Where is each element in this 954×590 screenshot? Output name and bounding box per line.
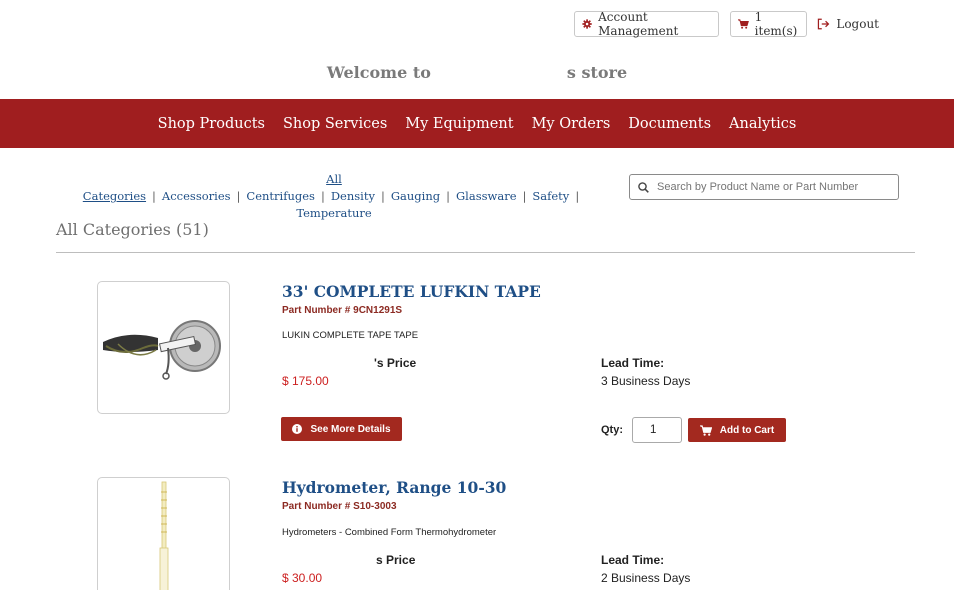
info-icon: [292, 424, 303, 434]
product-title[interactable]: 33' COMPLETE LUFKIN TAPE: [282, 282, 541, 301]
category-centrifuges[interactable]: Centrifuges: [246, 189, 315, 203]
nav-shop-products[interactable]: Shop Products: [149, 116, 274, 132]
account-management-label: Account Management: [598, 10, 679, 38]
product-part-number: Part Number # S10-3003: [282, 501, 397, 512]
product-description: Hydrometers - Combined Form Thermohydrom…: [282, 527, 497, 538]
hydrometer-image: [159, 481, 169, 590]
lead-time-label: Lead Time:: [601, 356, 665, 370]
tape-measure-image: [103, 320, 221, 380]
category-accessories[interactable]: Accessories: [162, 189, 231, 203]
main-nav: Shop Products Shop Services My Equipment…: [0, 99, 954, 148]
gear-icon: [582, 19, 592, 29]
product-description: LUKIN COMPLETE TAPE TAPE: [282, 330, 419, 341]
nav-analytics[interactable]: Analytics: [720, 116, 805, 132]
cart-icon: [738, 19, 749, 29]
welcome-text-right: s store: [566, 63, 628, 82]
logout-button[interactable]: Logout: [817, 11, 879, 37]
logout-label: Logout: [836, 17, 879, 31]
nav-shop-services[interactable]: Shop Services: [274, 116, 396, 132]
product-price: $ 30.00: [282, 571, 323, 585]
category-gauging[interactable]: Gauging: [391, 189, 440, 203]
search-icon: [638, 181, 649, 193]
category-filter: All Categories | Accessories | Centrifuges | D…: [82, 172, 580, 220]
search-input[interactable]: [657, 181, 887, 193]
account-management-button[interactable]: Account Management: [574, 10, 719, 38]
category-glassware[interactable]: Glassware: [456, 189, 517, 203]
category-temperature[interactable]: Temperature: [296, 206, 371, 220]
see-more-details-label: See More Details: [310, 423, 391, 435]
add-to-cart-label: Add to Cart: [719, 424, 775, 436]
product-price: $ 175.00: [282, 374, 329, 388]
product-part-number: Part Number # 9CN1291S: [282, 305, 403, 316]
quantity-value: 1: [650, 424, 657, 436]
price-label: s Price: [376, 553, 416, 567]
welcome-text-left: Welcome to: [326, 63, 431, 82]
product-title[interactable]: Hydrometer, Range 10-30: [282, 478, 506, 497]
price-label: 's Price: [374, 356, 417, 370]
lead-time-value: 2 Business Days: [601, 571, 691, 585]
cart-button[interactable]: 1 item(s): [730, 10, 807, 38]
logout-icon: [817, 18, 830, 30]
see-more-details-button[interactable]: See More Details: [281, 417, 402, 441]
category-safety[interactable]: Safety: [532, 189, 569, 203]
add-to-cart-button[interactable]: Add to Cart: [688, 418, 786, 442]
lead-time-label: Lead Time:: [601, 553, 665, 567]
nav-my-equipment[interactable]: My Equipment: [396, 116, 522, 132]
cart-count-label: 1 item(s): [754, 10, 798, 38]
product-image[interactable]: [97, 281, 230, 414]
welcome-banner: Welcome to s store: [0, 63, 954, 82]
section-title: All Categories (51): [56, 220, 209, 239]
search-box: [629, 174, 899, 200]
quantity-input[interactable]: 1: [632, 417, 682, 443]
category-density[interactable]: Density: [331, 189, 375, 203]
lead-time-value: 3 Business Days: [601, 374, 691, 388]
quantity-label: Qty:: [601, 424, 623, 436]
cart-icon: [699, 424, 712, 436]
divider: [56, 252, 915, 253]
nav-documents[interactable]: Documents: [619, 116, 720, 132]
nav-my-orders[interactable]: My Orders: [523, 116, 620, 132]
product-image[interactable]: [97, 477, 230, 590]
